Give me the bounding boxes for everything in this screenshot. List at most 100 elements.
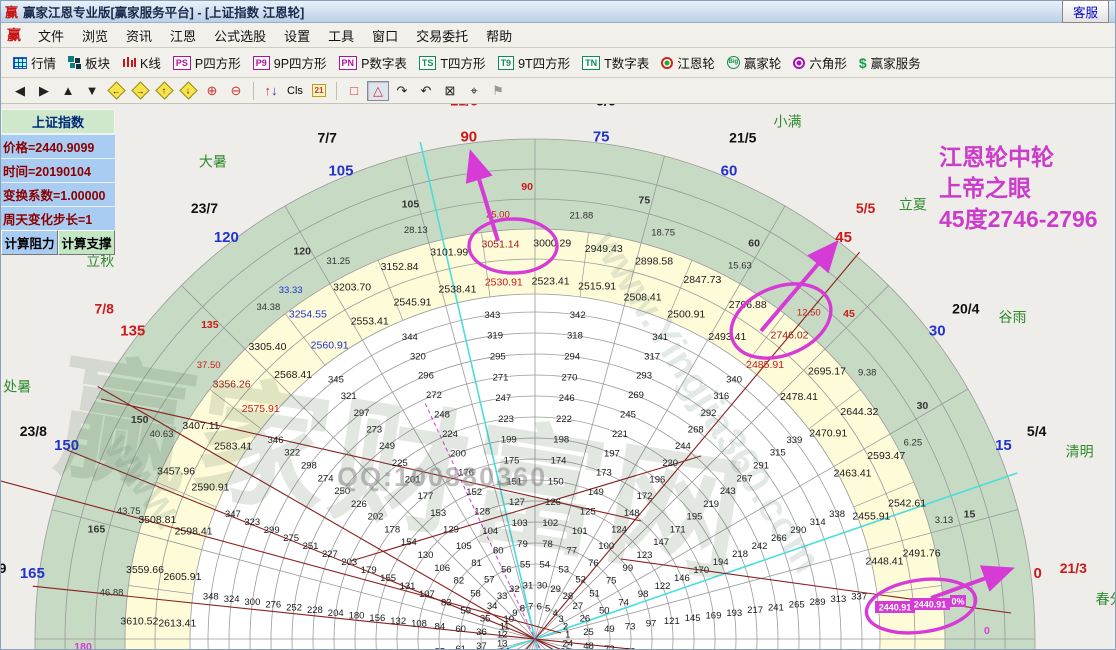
toolbar-item-9T四方形[interactable]: T9 9T四方形 bbox=[492, 51, 577, 74]
rim-date-label: 5/5 bbox=[856, 200, 876, 216]
rim-degree-label: 150 bbox=[54, 437, 79, 454]
rim-solar-term-label: 大暑 bbox=[199, 153, 227, 169]
wheel-annotation-text: 江恩轮中轮 上帝之眼 45度2746-2796 bbox=[939, 142, 1098, 235]
svg-text:132: 132 bbox=[390, 616, 406, 627]
highlight-chip-label: 0% bbox=[951, 597, 964, 607]
jump-down-icon[interactable]: ▼ bbox=[81, 81, 103, 101]
menu-item-6[interactable]: 工具 bbox=[319, 23, 363, 48]
drawing-toolbar: ◀ ▶ ▲ ▼ ← → ↑ ↓ ⊕ ⊖ ↑↓ Cls 21 □ △ ↷ ↶ ⊠ ⌖ ⚑ bbox=[1, 78, 1115, 104]
menu-item-5[interactable]: 设置 bbox=[275, 23, 319, 48]
svg-text:300: 300 bbox=[245, 597, 261, 608]
svg-text:244: 244 bbox=[675, 441, 691, 452]
jump-up-icon[interactable]: ▲ bbox=[57, 81, 79, 101]
svg-text:6: 6 bbox=[537, 601, 542, 612]
svg-text:82: 82 bbox=[454, 576, 465, 587]
calendar-21-icon[interactable]: 21 bbox=[308, 81, 330, 101]
calc-support-button[interactable]: 计算支撑 bbox=[58, 230, 115, 255]
svg-text:294: 294 bbox=[564, 351, 580, 362]
svg-text:320: 320 bbox=[410, 351, 426, 362]
rotate-ccw-icon[interactable]: ↶ bbox=[415, 81, 437, 101]
toolbar-item-P数字表[interactable]: PN P数字表 bbox=[333, 51, 413, 74]
gann-wheel-chart[interactable]: 赢家财富网 www.Yingjia360.com WWW. 1234567891… bbox=[1, 104, 1115, 649]
toolbar-item-9P四方形[interactable]: P9 9P四方形 bbox=[247, 51, 333, 74]
svg-text:299: 299 bbox=[264, 525, 280, 536]
rim-date-label: 5/4 bbox=[1027, 423, 1047, 439]
rim-solar-term-label: 清明 bbox=[1066, 443, 1094, 459]
toolbar-item-K线[interactable]: K线 bbox=[116, 51, 167, 74]
info-row-3: 周天变化步长=1 bbox=[1, 206, 115, 230]
svg-text:178: 178 bbox=[384, 524, 400, 535]
menu-item-4[interactable]: 公式选股 bbox=[205, 23, 275, 48]
zoom-out-icon[interactable]: ⊖ bbox=[225, 81, 247, 101]
triangle-tool-icon[interactable]: △ bbox=[367, 80, 389, 101]
flag-tool-icon[interactable]: ⚑ bbox=[487, 81, 509, 101]
diamond-left-icon[interactable]: ← bbox=[105, 81, 127, 101]
cls-label-icon[interactable]: Cls bbox=[284, 81, 306, 101]
svg-text:125: 125 bbox=[580, 507, 596, 518]
svg-text:32: 32 bbox=[509, 584, 520, 595]
crosshair-icon[interactable]: ⌖ bbox=[463, 81, 485, 101]
box-x-icon[interactable]: ⊠ bbox=[439, 81, 461, 101]
svg-text:146: 146 bbox=[674, 573, 690, 584]
svg-text:55: 55 bbox=[520, 560, 531, 571]
zoom-in-icon[interactable]: ⊕ bbox=[201, 81, 223, 101]
diamond-down-icon[interactable]: ↓ bbox=[177, 81, 199, 101]
svg-text:202: 202 bbox=[368, 512, 384, 523]
svg-text:100: 100 bbox=[598, 541, 614, 552]
svg-text:200: 200 bbox=[450, 448, 466, 459]
toolbar-item-行情[interactable]: 行情 bbox=[7, 51, 62, 74]
rim-solar-term-label: 立夏 bbox=[899, 196, 927, 212]
menu-item-7[interactable]: 窗口 bbox=[363, 23, 407, 48]
toolbar-label: 9T四方形 bbox=[518, 57, 571, 71]
gann-wheel-icon bbox=[661, 56, 674, 69]
toolbar-item-赢家轮[interactable]: Big 赢家轮 bbox=[721, 51, 788, 74]
square-tool-icon[interactable]: □ bbox=[343, 81, 365, 101]
menu-item-1[interactable]: 浏览 bbox=[73, 23, 117, 48]
menu-item-0[interactable]: 文件 bbox=[29, 23, 73, 48]
toolbar-separator bbox=[253, 81, 254, 100]
menu-item-2[interactable]: 资讯 bbox=[117, 23, 161, 48]
badge-TN: TN bbox=[582, 55, 601, 70]
svg-text:3407.11: 3407.11 bbox=[182, 420, 219, 432]
svg-text:346: 346 bbox=[268, 435, 284, 446]
toolbar-item-赢家服务[interactable]: $ 赢家服务 bbox=[853, 51, 927, 74]
badge-T9: T9 bbox=[497, 55, 515, 70]
svg-text:8: 8 bbox=[520, 604, 525, 615]
diamond-up-icon[interactable]: ↑ bbox=[153, 81, 175, 101]
svg-text:2949.43: 2949.43 bbox=[585, 243, 623, 255]
diamond-right-icon[interactable]: → bbox=[129, 81, 151, 101]
svg-text:77: 77 bbox=[566, 545, 577, 556]
svg-text:154: 154 bbox=[401, 537, 417, 548]
support-button[interactable]: 客服 bbox=[1061, 0, 1109, 23]
svg-text:169: 169 bbox=[706, 611, 722, 622]
toolbar-item-T四方形[interactable]: TS T四方形 bbox=[413, 51, 492, 74]
svg-text:2508.41: 2508.41 bbox=[624, 292, 662, 304]
menu-item-8[interactable]: 交易委托 bbox=[407, 23, 477, 48]
toolbar-item-江恩轮[interactable]: 江恩轮 bbox=[655, 51, 721, 74]
svg-text:224: 224 bbox=[442, 429, 458, 440]
svg-text:9.38: 9.38 bbox=[858, 367, 877, 378]
menu-item-3[interactable]: 江恩 bbox=[161, 23, 205, 48]
toolbar-item-板块[interactable]: 板块 bbox=[62, 51, 116, 74]
toolbar-label: T四方形 bbox=[440, 57, 486, 71]
svg-text:33.33: 33.33 bbox=[279, 285, 303, 296]
menu-item-9[interactable]: 帮助 bbox=[477, 23, 521, 48]
updown-marker-icon[interactable]: ↑↓ bbox=[260, 81, 282, 101]
rim-date-label: 21/5 bbox=[729, 129, 756, 145]
toolbar-item-六角形[interactable]: 六角形 bbox=[787, 51, 853, 74]
svg-text:165: 165 bbox=[88, 524, 106, 536]
step-left-icon[interactable]: ◀ bbox=[9, 81, 31, 101]
rotate-cw-icon[interactable]: ↷ bbox=[391, 81, 413, 101]
toolbar-item-T数字表[interactable]: TN T数字表 bbox=[576, 51, 655, 74]
rim-date-label: 7/8 bbox=[94, 300, 114, 316]
app-logo-icon: 赢 bbox=[5, 5, 19, 20]
toolbar-item-P四方形[interactable]: PS P四方形 bbox=[167, 51, 247, 74]
svg-text:14: 14 bbox=[499, 647, 510, 649]
svg-text:58: 58 bbox=[470, 588, 481, 599]
svg-text:78: 78 bbox=[542, 539, 553, 550]
svg-text:171: 171 bbox=[670, 524, 686, 535]
step-right-icon[interactable]: ▶ bbox=[33, 81, 55, 101]
calc-resistance-button[interactable]: 计算阻力 bbox=[1, 230, 58, 255]
svg-text:180: 180 bbox=[74, 641, 92, 649]
svg-text:196: 196 bbox=[649, 475, 665, 486]
